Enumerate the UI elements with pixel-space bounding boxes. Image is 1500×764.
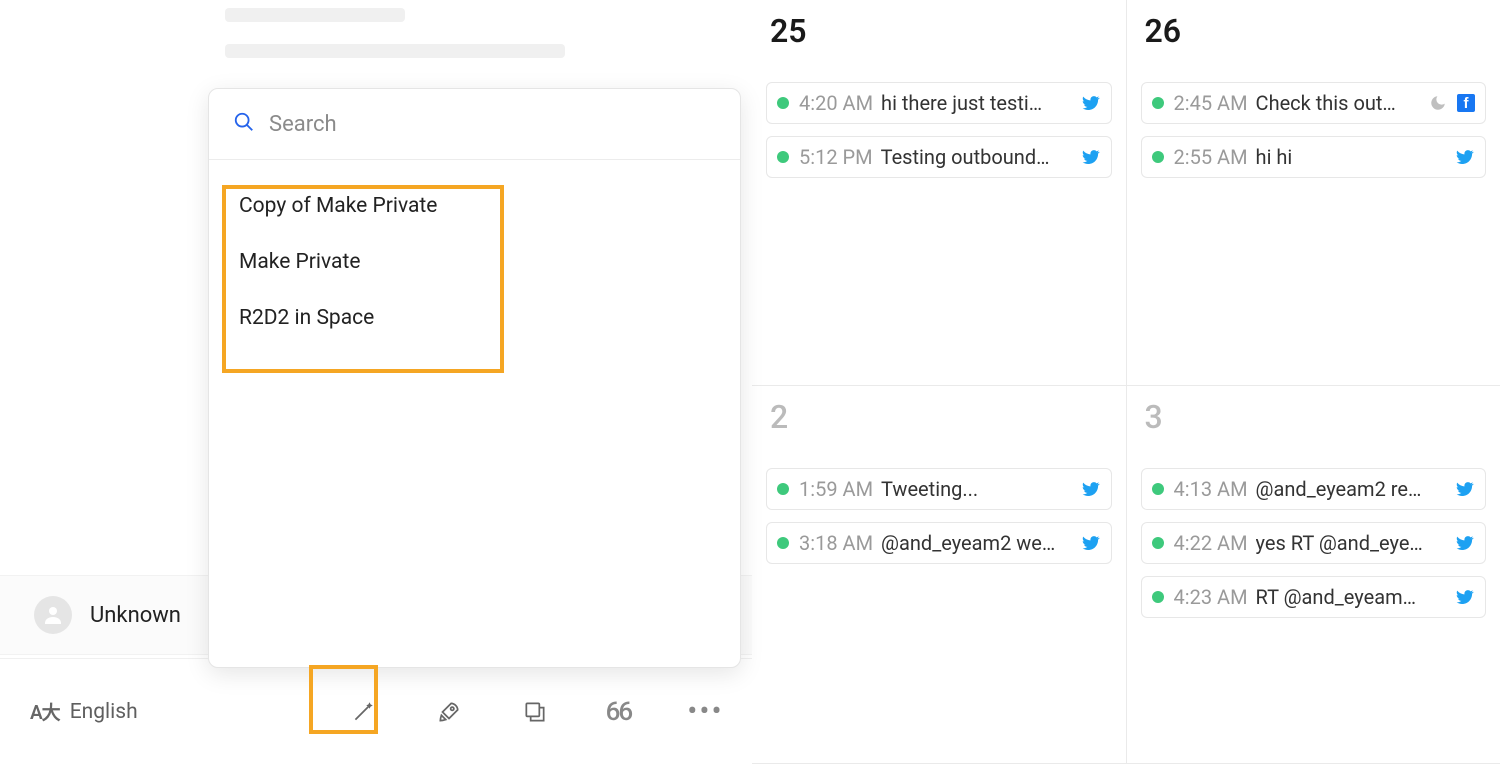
calendar-event[interactable]: 4:23 AM RT @and_eyeam… [1141,576,1487,618]
twitter-icon [1081,93,1101,113]
search-input[interactable] [269,112,716,137]
template-option[interactable]: R2D2 in Space [239,290,710,346]
calendar: 25 4:20 AM hi there just testi… 5:12 PM Test… [752,0,1500,764]
event-time: 3:18 AM [799,531,873,555]
event-text: Check this out… [1256,91,1417,115]
day-number: 26 [1141,12,1487,50]
language-selector[interactable]: A大 English [30,698,138,725]
day-number: 25 [766,12,1112,50]
twitter-icon [1081,479,1101,499]
placeholder-line [225,8,405,22]
calendar-event[interactable]: 4:13 AM @and_eyeam2 re… [1141,468,1487,510]
event-icons [1075,479,1101,499]
calendar-day[interactable]: 25 4:20 AM hi there just testi… 5:12 PM Test… [752,0,1126,386]
event-icons: f [1423,94,1475,112]
language-label: English [70,700,138,724]
status-dot [1152,483,1164,495]
popup-search-row [209,89,740,160]
toolbar: A大 English 66 ••• [0,658,752,764]
event-time: 4:23 AM [1174,585,1248,609]
quote-icon: 66 [606,697,632,727]
calendar-event[interactable]: 4:22 AM yes RT @and_eye… [1141,522,1487,564]
event-text: RT @and_eyeam… [1256,585,1443,609]
facebook-icon: f [1457,94,1475,112]
event-time: 4:22 AM [1174,531,1248,555]
event-text: @and_eyeam2 we… [881,531,1068,555]
event-text: @and_eyeam2 re… [1256,477,1443,501]
event-icons [1449,479,1475,499]
avatar [34,596,72,634]
event-icons [1075,147,1101,167]
status-dot [1152,537,1164,549]
popup-list: Copy of Make Private Make Private R2D2 i… [209,160,740,364]
event-icons [1449,147,1475,167]
event-text: Testing outbound… [881,145,1069,169]
calendar-day[interactable]: 3 4:13 AM @and_eyeam2 re… 4:22 AM yes RT @an… [1127,386,1500,764]
event-text: hi there just testi… [881,91,1068,115]
day-number: 2 [766,398,1112,436]
quote-button[interactable]: 66 [606,697,632,727]
moon-icon [1429,94,1447,112]
event-time: 4:13 AM [1174,477,1248,501]
twitter-icon [1081,147,1101,167]
twitter-icon [1455,147,1475,167]
calendar-event[interactable]: 2:55 AM hi hi [1141,136,1487,178]
event-icons [1075,93,1101,113]
twitter-icon [1455,587,1475,607]
calendar-event[interactable]: 1:59 AM Tweeting... [766,468,1112,510]
rocket-button[interactable] [434,697,464,727]
calendar-day[interactable]: 26 2:45 AM Check this out… f 2:55 AM hi hi [1127,0,1500,386]
calendar-column: 26 2:45 AM Check this out… f 2:55 AM hi hi 3 4:… [1126,0,1500,764]
event-icons [1075,533,1101,553]
calendar-day[interactable]: 2 1:59 AM Tweeting... 3:18 AM @and_eyeam2 we… [752,386,1126,764]
event-text: hi hi [1256,145,1443,169]
calendar-event[interactable]: 4:20 AM hi there just testi… [766,82,1112,124]
status-dot [777,151,789,163]
status-dot [777,537,789,549]
magic-wand-button[interactable] [348,697,378,727]
twitter-icon [1081,533,1101,553]
placeholder-line [225,44,565,58]
event-icons [1449,533,1475,553]
status-dot [777,483,789,495]
template-popup: Copy of Make Private Make Private R2D2 i… [208,88,741,668]
calendar-event[interactable]: 3:18 AM @and_eyeam2 we… [766,522,1112,564]
calendar-event[interactable]: 5:12 PM Testing outbound… [766,136,1112,178]
event-icons [1449,587,1475,607]
event-time: 2:45 AM [1174,91,1248,115]
duplicate-button[interactable] [520,697,550,727]
twitter-icon [1455,479,1475,499]
twitter-icon [1455,533,1475,553]
left-panel: Unknown A大 English 66 ••• [0,0,752,764]
status-dot [1152,151,1164,163]
status-dot [777,97,789,109]
search-icon [233,111,255,137]
day-number: 3 [1141,398,1487,436]
calendar-event[interactable]: 2:45 AM Check this out… f [1141,82,1487,124]
event-text: yes RT @and_eye… [1256,531,1443,555]
event-time: 5:12 PM [799,145,873,169]
event-time: 1:59 AM [799,477,873,501]
user-name: Unknown [90,603,181,628]
status-dot [1152,591,1164,603]
event-text: Tweeting... [881,477,1068,501]
template-option[interactable]: Copy of Make Private [239,178,710,234]
event-time: 2:55 AM [1174,145,1248,169]
event-time: 4:20 AM [799,91,873,115]
template-option[interactable]: Make Private [239,234,710,290]
language-icon: A大 [30,698,60,725]
status-dot [1152,97,1164,109]
calendar-column: 25 4:20 AM hi there just testi… 5:12 PM Test… [752,0,1126,764]
